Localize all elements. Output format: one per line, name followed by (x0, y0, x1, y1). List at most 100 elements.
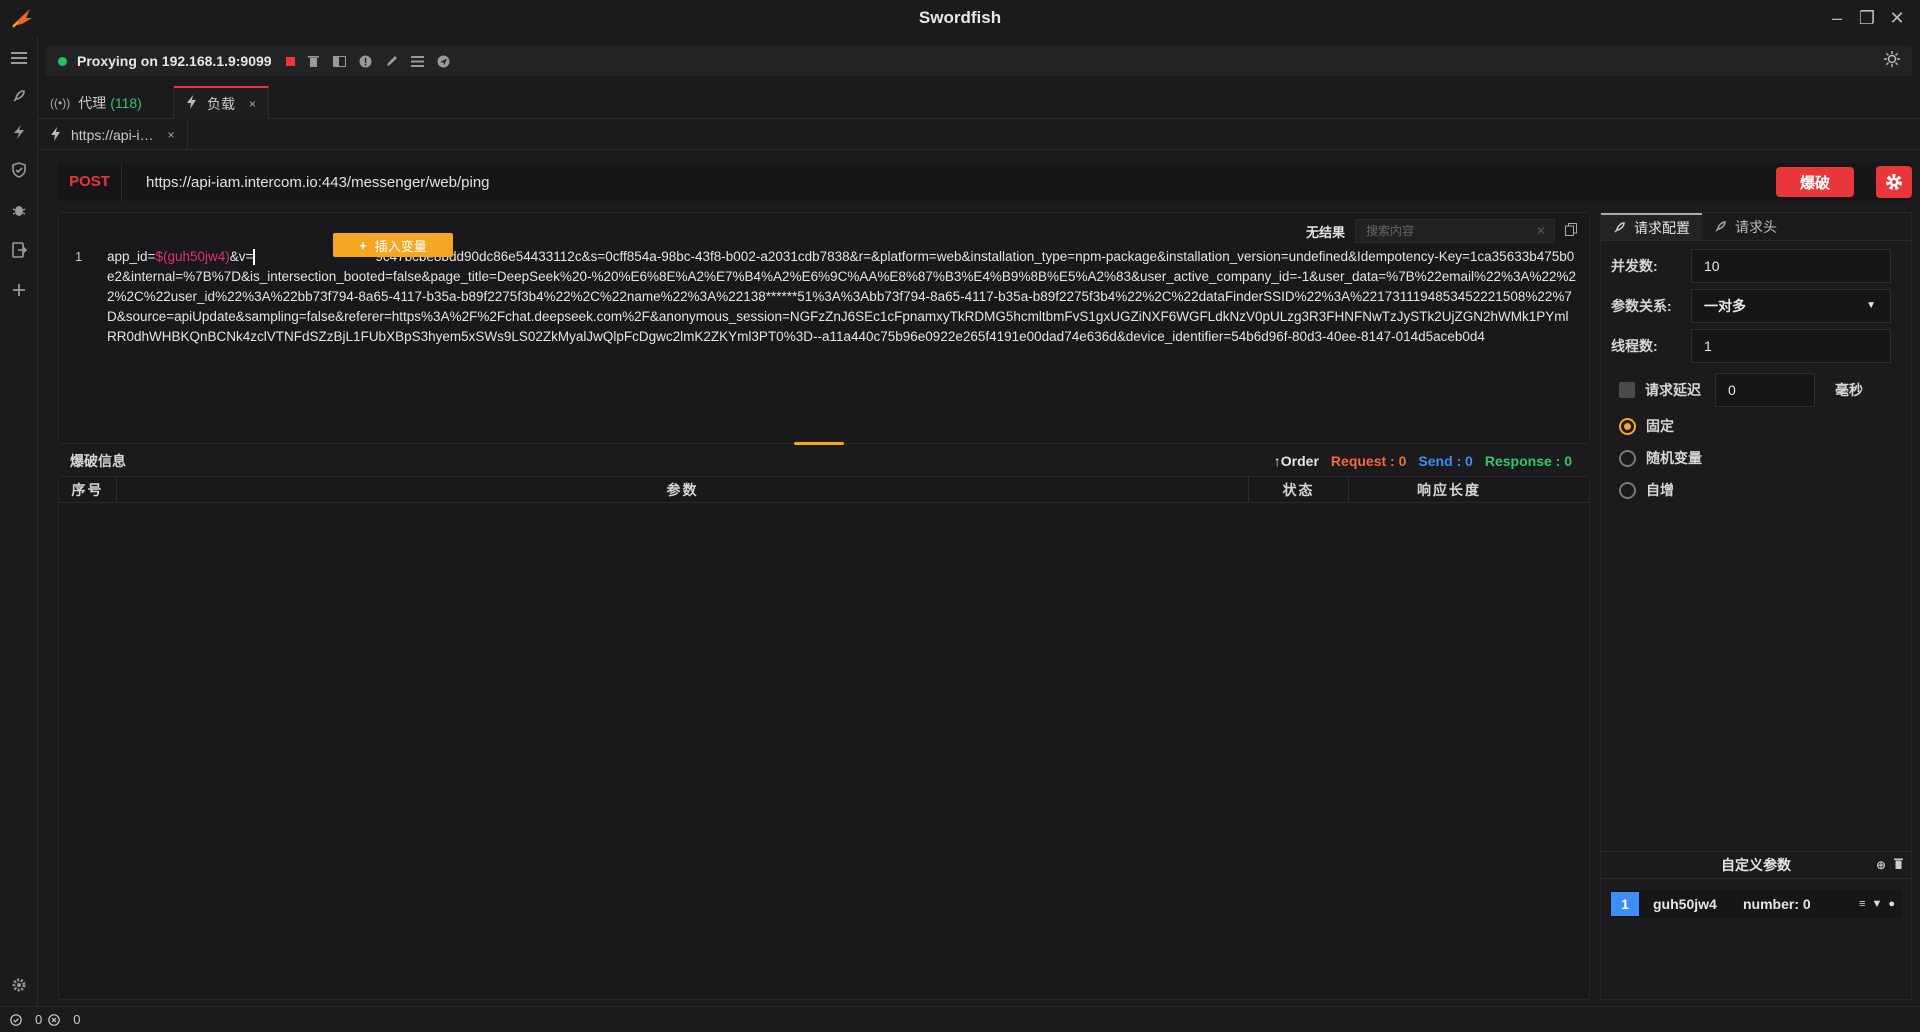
info-icon[interactable] (359, 54, 373, 68)
request-count: Request : 0 (1330, 453, 1407, 469)
restore-icon[interactable]: ❐ (1852, 6, 1882, 30)
copy-icon[interactable] (1565, 223, 1577, 239)
layout-icon[interactable] (333, 54, 347, 68)
plus-icon: + (359, 237, 367, 253)
lightning-icon[interactable] (9, 122, 29, 142)
relation-select[interactable]: 一对多 ▼ (1691, 289, 1891, 323)
proxy-status-text: Proxying on 192.168.1.9:9099 (77, 53, 272, 69)
edit-icon[interactable] (385, 54, 399, 68)
insert-variable-button[interactable]: + 插入变量 (333, 233, 453, 257)
delay-checkbox[interactable] (1619, 382, 1635, 398)
url-input[interactable]: https://api-iam.intercom.io:443/messenge… (146, 174, 1776, 191)
relation-value: 一对多 (1704, 298, 1746, 314)
tab-proxy[interactable]: ((•)) 代理 (118) (38, 86, 174, 119)
minimize-icon[interactable]: – (1822, 6, 1852, 30)
col-response-length[interactable]: 响应长度 (1349, 477, 1549, 502)
order-label: Order (1280, 453, 1319, 469)
tab-request-config-label: 请求配置 (1634, 219, 1690, 236)
clear-search-icon[interactable]: ✕ (1536, 220, 1546, 242)
trash-icon[interactable] (1894, 858, 1903, 872)
threads-row: 线程数: 1 (1611, 329, 1891, 363)
x-circle-icon (48, 1013, 61, 1026)
caret-down-icon: ▼ (1866, 300, 1876, 311)
col-params[interactable]: 参数 (117, 477, 1249, 502)
delay-unit: 毫秒 (1835, 382, 1863, 398)
close-window-icon[interactable]: ✕ (1882, 6, 1912, 30)
delay-input[interactable]: 0 (1715, 373, 1815, 407)
option-increment[interactable]: 自增 (1619, 480, 1674, 500)
tab-request-config[interactable]: 请求配置 (1601, 213, 1702, 240)
http-method[interactable]: POST (58, 163, 122, 201)
tab-request[interactable]: https://api-i… × (38, 120, 188, 150)
tab-payload-label: 负载 (207, 95, 235, 112)
blast-button[interactable]: 爆破 (1776, 167, 1854, 197)
send-icon[interactable] (437, 54, 451, 68)
body-after-var: &v= (229, 249, 254, 264)
close-tab-icon[interactable]: × (249, 97, 256, 111)
delay-label: 请求延迟 (1645, 382, 1701, 398)
radio-random[interactable] (1619, 449, 1636, 467)
text-cursor (253, 249, 256, 266)
menu-icon[interactable] (9, 48, 29, 68)
request-body-text[interactable]: app_id=$(guh50jw4)&v= 9c47bcbe8bdd90dc86e… (107, 247, 1577, 347)
threads-input[interactable]: 1 (1691, 329, 1891, 363)
tab-request-headers[interactable]: 请求头 (1702, 213, 1789, 240)
radio-fixed[interactable] (1619, 417, 1636, 435)
theme-toggle-icon[interactable] (1884, 50, 1900, 72)
rocket-icon (1614, 222, 1625, 233)
resize-handle[interactable] (794, 442, 844, 445)
proxy-status-dot (58, 56, 67, 66)
add-icon[interactable] (9, 280, 29, 300)
list-icon[interactable] (411, 54, 425, 68)
config-tabs: 请求配置 请求头 (1601, 213, 1911, 241)
option-random-label: 随机变量 (1646, 450, 1702, 466)
custom-param-row[interactable]: 1 guh50jw4 number: 0 ≡ ▼ ● (1611, 890, 1901, 918)
option-random[interactable]: 随机变量 (1619, 448, 1702, 468)
dot-icon[interactable]: ● (1888, 898, 1895, 910)
request-line: POST https://api-iam.intercom.io:443/mes… (58, 163, 1912, 201)
tab-payload[interactable]: 负载 × (174, 86, 270, 119)
list-icon[interactable]: ≡ (1859, 898, 1865, 910)
rocket-icon[interactable] (9, 86, 29, 106)
body-variable: $(guh50jw4) (155, 249, 230, 264)
request-body-editor[interactable]: 无结果 搜索内容 ✕ 1 app_id=$(guh50jw4)&v= 9c47bc… (58, 212, 1590, 444)
insert-variable-label: 插入变量 (374, 238, 427, 254)
filter-icon[interactable]: ▼ (1871, 898, 1882, 910)
option-fixed[interactable]: 固定 (1619, 416, 1674, 436)
app-title: Swordfish (918, 8, 1002, 27)
table-header: 序号 参数 状态 响应长度 (59, 477, 1589, 503)
threads-label: 线程数: (1611, 338, 1658, 354)
stop-proxy-icon[interactable] (285, 56, 295, 66)
request-tabs: https://api-i… × (38, 120, 1920, 150)
option-increment-label: 自增 (1646, 482, 1674, 498)
send-count: Send : 0 (1418, 453, 1473, 469)
option-fixed-label: 固定 (1646, 418, 1674, 434)
delay-row: 请求延迟 0 毫秒 (1619, 373, 1863, 407)
ok-count: 0 (35, 1012, 43, 1027)
concurrency-label: 并发数: (1611, 258, 1658, 274)
editor-toolbar: 无结果 搜索内容 ✕ (1306, 219, 1577, 243)
window-controls: – ❐ ✕ (1822, 6, 1912, 30)
param-type: number: 0 (1743, 896, 1811, 912)
main-tabs: ((•)) 代理 (118) 负载 × (38, 86, 1920, 119)
col-status[interactable]: 状态 (1249, 477, 1349, 502)
order-sort[interactable]: ↑Order (1274, 453, 1319, 469)
export-icon[interactable] (9, 240, 29, 260)
add-circle-icon[interactable]: ⊕ (1876, 858, 1886, 872)
line-number: 1 (75, 249, 83, 264)
shield-icon[interactable] (9, 160, 29, 180)
tab-request-label: https://api-i… (71, 127, 154, 143)
trash-icon[interactable] (307, 54, 321, 68)
config-button[interactable] (1876, 166, 1912, 198)
close-tab-icon[interactable]: × (167, 128, 174, 142)
gear-icon (1886, 174, 1902, 190)
error-count: 0 (73, 1012, 81, 1027)
settings-gear-icon[interactable] (9, 975, 29, 995)
editor-search-input[interactable]: 搜索内容 ✕ (1355, 219, 1555, 243)
concurrency-input[interactable]: 10 (1691, 249, 1891, 283)
col-index[interactable]: 序号 (59, 477, 117, 502)
radio-increment[interactable] (1619, 481, 1636, 499)
custom-params-actions: ⊕ (1876, 858, 1903, 872)
bug-icon[interactable] (9, 200, 29, 220)
config-panel: 请求配置 请求头 并发数: 10 参数关系: 一对多 ▼ 线程数: 1 请求延迟… (1600, 212, 1912, 1000)
